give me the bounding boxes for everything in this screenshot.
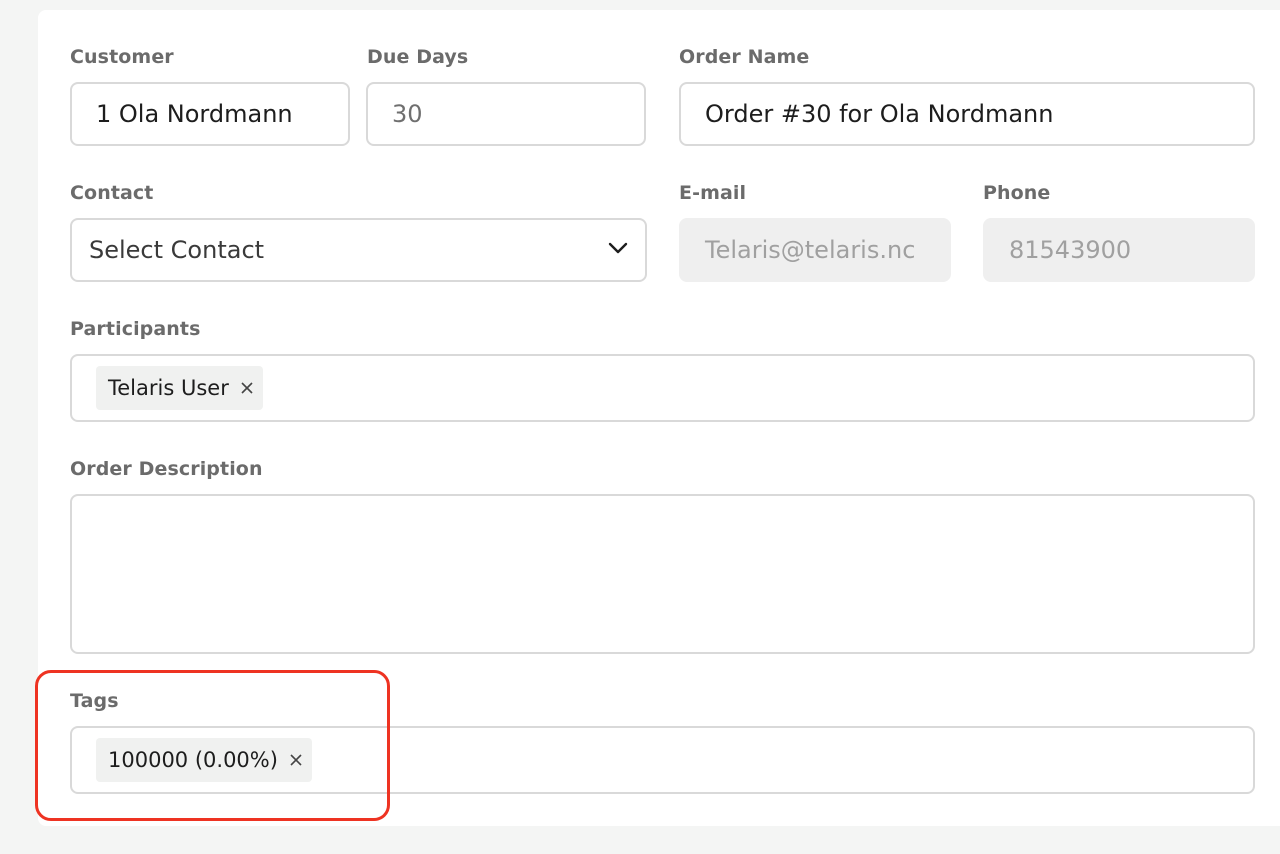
tag-chip: 100000 (0.00%): [96, 738, 312, 782]
participant-chip-label: Telaris User: [108, 376, 229, 400]
order-name-field[interactable]: Order #30 for Ola Nordmann: [679, 82, 1255, 146]
customer-field[interactable]: 1 Ola Nordmann: [70, 82, 350, 146]
phone-label: Phone: [983, 182, 1051, 204]
contact-select-value: Select Contact: [89, 236, 265, 264]
chevron-down-icon: [608, 242, 628, 254]
close-icon[interactable]: [240, 381, 254, 395]
tags-input[interactable]: 100000 (0.00%): [70, 726, 1255, 794]
email-field: Telaris@telaris.nc: [679, 218, 951, 282]
email-label: E-mail: [679, 182, 747, 204]
participants-input[interactable]: Telaris User: [70, 354, 1255, 422]
phone-field: 81543900: [983, 218, 1255, 282]
tag-chip-label: 100000 (0.00%): [108, 748, 278, 772]
due-days-label: Due Days: [367, 46, 469, 68]
contact-label: Contact: [70, 182, 154, 204]
close-icon[interactable]: [289, 753, 303, 767]
order-name-label: Order Name: [679, 46, 810, 68]
order-description-label: Order Description: [70, 458, 263, 480]
participants-label: Participants: [70, 318, 201, 340]
customer-label: Customer: [70, 46, 174, 68]
participant-chip: Telaris User: [96, 366, 263, 410]
tags-label: Tags: [70, 690, 119, 712]
order-description-textarea[interactable]: [70, 494, 1255, 654]
due-days-field[interactable]: 30: [366, 82, 646, 146]
contact-select[interactable]: Select Contact: [70, 218, 647, 282]
